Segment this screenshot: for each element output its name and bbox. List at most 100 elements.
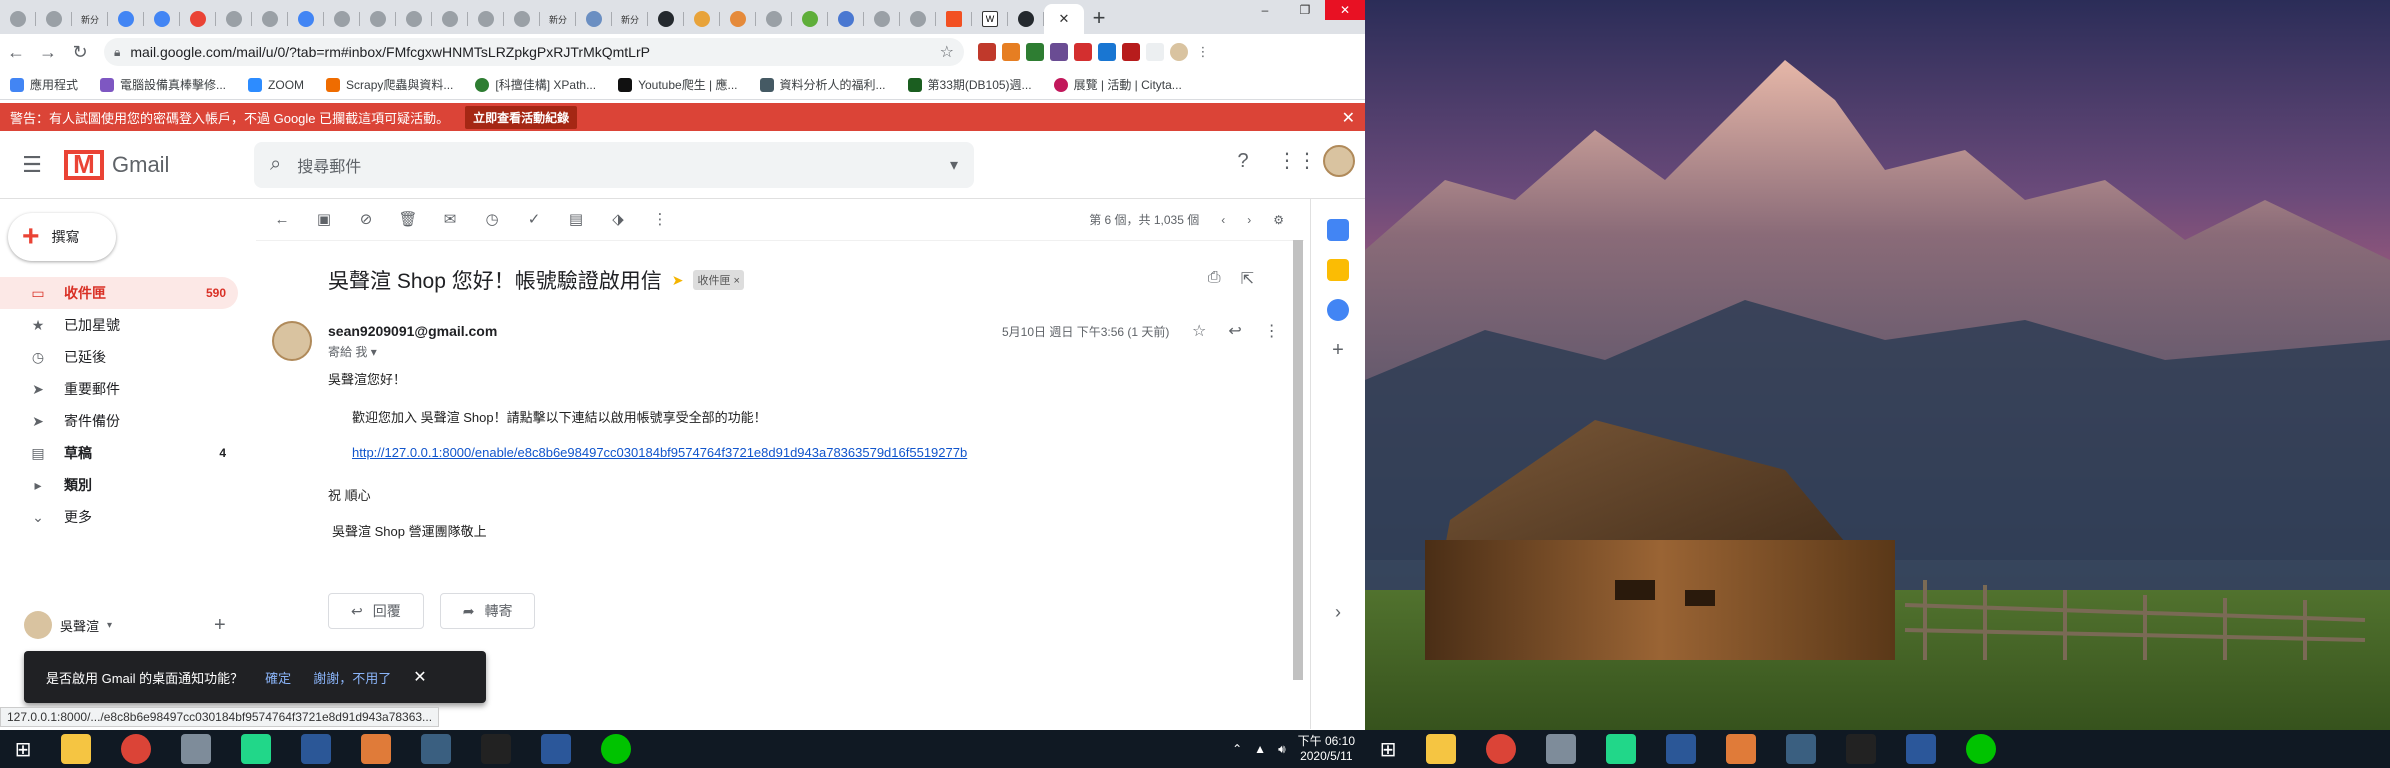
taskbar-app[interactable]	[1891, 730, 1951, 768]
open-new-window-icon[interactable]: ⇱	[1241, 269, 1254, 289]
snooze-icon[interactable]: ◷	[482, 210, 502, 230]
extension-icon[interactable]	[1146, 43, 1164, 61]
extension-icon[interactable]	[978, 43, 996, 61]
extension-icon[interactable]	[1002, 43, 1020, 61]
taskbar-app[interactable]	[406, 730, 466, 768]
taskbar-app[interactable]	[1651, 730, 1711, 768]
search-bar[interactable]: ⌕ 搜尋郵件 ▾	[254, 141, 974, 188]
browser-tab[interactable]	[360, 4, 396, 34]
extension-icon[interactable]	[1026, 43, 1044, 61]
close-icon[interactable]: ✕	[413, 667, 426, 687]
browser-tab[interactable]	[252, 4, 288, 34]
menu-kebab-icon[interactable]: ⋮	[1194, 43, 1212, 61]
browser-tab[interactable]	[900, 4, 936, 34]
expand-panel-icon[interactable]: ›	[1327, 601, 1349, 623]
browser-tab[interactable]	[684, 4, 720, 34]
browser-tab[interactable]: W	[972, 4, 1008, 34]
browser-tab[interactable]	[1008, 4, 1044, 34]
maximize-button[interactable]: ❐	[1285, 0, 1325, 20]
extension-icon[interactable]	[1050, 43, 1068, 61]
close-window-button[interactable]: ✕	[1325, 0, 1365, 20]
bookmark-item[interactable]: [科擅佳構] XPath...	[475, 76, 596, 93]
system-clock[interactable]: 下午 06:10 2020/5/11	[1298, 734, 1355, 764]
close-icon[interactable]: ✕	[1342, 108, 1355, 128]
taskbar-app[interactable]	[526, 730, 586, 768]
sidebar-item-inbox[interactable]: ▭ 收件匣 590	[0, 277, 238, 309]
tray-expand-icon[interactable]: ⌃	[1232, 742, 1242, 756]
browser-tab[interactable]	[144, 4, 180, 34]
taskbar-app[interactable]	[466, 730, 526, 768]
taskbar-app[interactable]	[1471, 730, 1531, 768]
help-icon[interactable]: ?	[1231, 149, 1255, 173]
browser-tab[interactable]	[288, 4, 324, 34]
browser-tab[interactable]	[504, 4, 540, 34]
move-to-icon[interactable]: ▤	[566, 210, 586, 230]
taskbar-app[interactable]	[1951, 730, 2011, 768]
taskbar-app[interactable]	[1411, 730, 1471, 768]
forward-icon[interactable]: →	[32, 42, 64, 63]
volume-icon[interactable]: 🔊︎	[1278, 742, 1286, 757]
remove-label-icon[interactable]: ×	[734, 275, 740, 287]
new-tab-button[interactable]: +	[1084, 4, 1114, 34]
scrollbar[interactable]	[1293, 240, 1303, 680]
taskbar-app[interactable]	[1831, 730, 1891, 768]
profile-avatar-icon[interactable]	[1170, 43, 1188, 61]
importance-marker-icon[interactable]: ➤	[672, 272, 684, 289]
enable-notifications-button[interactable]: 確定	[265, 668, 291, 687]
compose-button[interactable]: + 撰寫	[8, 213, 116, 261]
windows-start-icon[interactable]: ⊞	[0, 737, 46, 762]
more-icon[interactable]: ⋮	[1264, 321, 1280, 341]
browser-tab[interactable]	[828, 4, 864, 34]
bookmark-item[interactable]: ZOOM	[248, 77, 304, 92]
browser-tab[interactable]	[108, 4, 144, 34]
main-menu-icon[interactable]: ☰	[0, 152, 64, 178]
browser-tab[interactable]	[792, 4, 828, 34]
reload-icon[interactable]: ↻	[64, 42, 96, 63]
browser-tab[interactable]	[576, 4, 612, 34]
browser-tab[interactable]	[432, 4, 468, 34]
calendar-icon[interactable]	[1327, 219, 1349, 241]
hangouts-user[interactable]: 吳聲渲 ▾ +	[24, 611, 226, 639]
back-icon[interactable]: ←	[0, 42, 32, 63]
reply-icon[interactable]: ↩	[1228, 321, 1241, 341]
taskbar-app[interactable]	[1531, 730, 1591, 768]
browser-tab[interactable]	[648, 4, 684, 34]
extension-icon[interactable]	[1074, 43, 1092, 61]
older-icon[interactable]: ›	[1247, 213, 1251, 227]
tasks-icon[interactable]	[1327, 299, 1349, 321]
gmail-logo[interactable]: M Gmail	[64, 149, 254, 180]
bookmark-apps[interactable]: 應用程式	[10, 76, 78, 93]
browser-tab-active[interactable]: ✕	[1044, 4, 1084, 34]
add-task-icon[interactable]: ✓	[524, 210, 544, 230]
activation-link[interactable]: http://127.0.0.1:8000/enable/e8c8b6e9849…	[352, 445, 967, 460]
bookmark-item[interactable]: 資料分析人的福利...	[759, 76, 886, 93]
sidebar-item-important[interactable]: ➤ 重要郵件	[0, 373, 238, 405]
reply-button[interactable]: ↩ 回覆	[328, 593, 424, 629]
browser-tab[interactable]	[180, 4, 216, 34]
sidebar-item-snoozed[interactable]: ◷ 已延後	[0, 341, 238, 373]
browser-tab[interactable]	[864, 4, 900, 34]
forward-button[interactable]: ➦ 轉寄	[439, 593, 536, 629]
taskbar-app[interactable]	[586, 730, 646, 768]
extension-icon[interactable]	[1098, 43, 1116, 61]
windows-start-icon[interactable]: ⊞	[1365, 737, 1411, 762]
sidebar-item-sent[interactable]: ➤ 寄件備份	[0, 405, 238, 437]
taskbar-app[interactable]	[346, 730, 406, 768]
address-bar[interactable]: 🔒︎ mail.google.com/mail/u/0/?tab=rm#inbo…	[104, 38, 964, 66]
browser-tab[interactable]: 新分	[612, 4, 648, 34]
taskbar-app[interactable]	[226, 730, 286, 768]
label-icon[interactable]: ⬗	[608, 210, 628, 230]
more-icon[interactable]: ⋮	[650, 210, 670, 230]
sidebar-item-starred[interactable]: ★ 已加星號	[0, 309, 238, 341]
delete-icon[interactable]: 🗑︎	[398, 210, 418, 230]
print-icon[interactable]: ⎙	[1208, 269, 1221, 289]
browser-tab[interactable]	[936, 4, 972, 34]
browser-tab[interactable]	[324, 4, 360, 34]
apps-grid-icon[interactable]: ⋮⋮	[1277, 149, 1317, 173]
extension-icon[interactable]	[1122, 43, 1140, 61]
taskbar-app[interactable]	[46, 730, 106, 768]
taskbar-app[interactable]	[1771, 730, 1831, 768]
taskbar-app[interactable]	[1591, 730, 1651, 768]
sidebar-item-drafts[interactable]: ▤ 草稿 4	[0, 437, 238, 469]
bookmark-item[interactable]: 展覽 | 活動 | Cityta...	[1053, 76, 1182, 93]
